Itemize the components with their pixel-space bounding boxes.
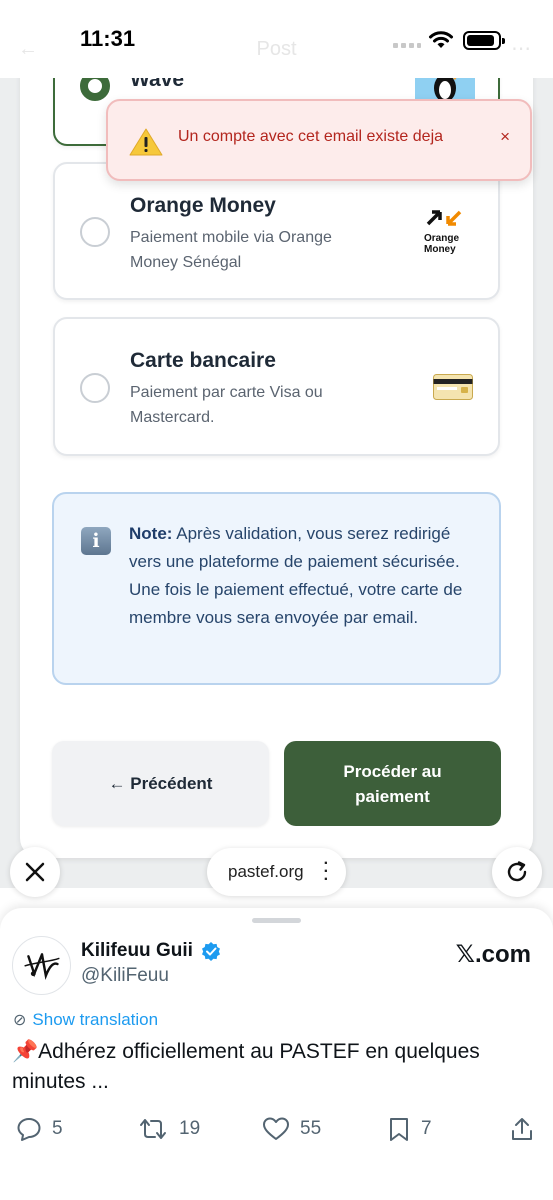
close-icon[interactable]: × [500,127,510,147]
previous-button[interactable]: ← Précédent [52,741,269,826]
proceed-payment-button[interactable]: Procéder au paiement [284,741,501,826]
reply-icon [17,1118,41,1141]
payment-option-card[interactable]: Carte bancaire Paiement par carte Visa o… [53,317,500,456]
like-button[interactable]: 55 [262,1116,321,1142]
toast-message: Un compte avec cet email existe deja [178,128,444,145]
status-time: 11:31 [80,26,136,51]
webview: Wave Orange Money Paiement mobile via Or… [0,78,553,888]
share-button[interactable] [510,1116,544,1142]
bookmark-count: 7 [421,1118,432,1139]
bookmark-button[interactable]: 7 [387,1116,432,1142]
option-description: Paiement mobile via Orange Money Sénégal [130,229,332,271]
bookmark-icon [390,1118,408,1141]
url-text: pastef.org [228,862,304,881]
reply-count: 5 [52,1118,63,1139]
like-count: 55 [300,1118,322,1139]
warning-icon [129,128,163,156]
wifi-icon [429,31,453,48]
orange-money-logo-icon: Orange Money [424,208,468,255]
radio-selected-icon[interactable] [80,78,110,101]
show-translation-label: Show translation [32,1010,159,1029]
x-logo: 𝕏.com [455,941,531,968]
note-label: Note: [129,524,173,543]
close-browser-button[interactable] [10,847,60,897]
show-translation-link[interactable]: ⊘ Show translation [13,1010,158,1030]
more-icon: ⋯ [511,38,531,60]
tweet-text: 📌Adhérez officiellement au PASTEF en que… [12,1040,480,1093]
reload-icon [507,861,527,882]
repost-button[interactable]: 19 [137,1116,200,1142]
signal-icon [393,43,421,48]
battery-icon [463,31,505,50]
orange-money-logo-text: Orange Money [424,233,460,255]
radio-button[interactable] [80,373,110,403]
status-bar: ← Post ⋯ 11:31 [0,0,553,78]
author-name[interactable]: Kilifeuu Guii [81,940,193,962]
wave-logo-icon [415,78,475,100]
reload-button[interactable] [492,847,542,897]
verified-badge-icon [202,942,220,961]
translate-icon: ⊘ [13,1012,27,1029]
reply-button[interactable]: 5 [16,1116,63,1142]
close-icon [25,862,45,882]
more-vertical-icon[interactable]: · · · [324,856,329,888]
error-toast: Un compte avec cet email existe deja × [106,99,532,181]
option-name: Carte bancaire [130,349,276,372]
info-icon: i [81,527,111,555]
credit-card-icon [433,374,473,400]
note-text: Note: Après validation, vous serez redir… [129,520,484,632]
option-description: Paiement par carte Visa ou Mastercard. [130,384,323,426]
url-bar[interactable]: pastef.org · · · [207,848,346,896]
share-icon [512,1118,532,1140]
option-name: Orange Money [130,194,276,217]
info-note: i Note: Après validation, vous serez red… [52,492,501,685]
tweet-actions: 5 19 55 7 [0,1116,553,1146]
repost-icon [140,1119,166,1139]
avatar[interactable] [12,936,71,995]
heart-icon [263,1117,289,1140]
tweet-sheet: Kilifeuu Guii @KiliFeuu 𝕏.com ⊘ Show tra… [0,908,553,1200]
author-handle[interactable]: @KiliFeuu [81,965,169,987]
repost-count: 19 [179,1118,201,1139]
sheet-grabber[interactable] [252,918,301,923]
payment-option-orange-money[interactable]: Orange Money Paiement mobile via Orange … [53,162,500,300]
option-name: Wave [130,78,185,91]
note-body: Après validation, vous serez redirigé ve… [129,524,463,627]
radio-button[interactable] [80,217,110,247]
